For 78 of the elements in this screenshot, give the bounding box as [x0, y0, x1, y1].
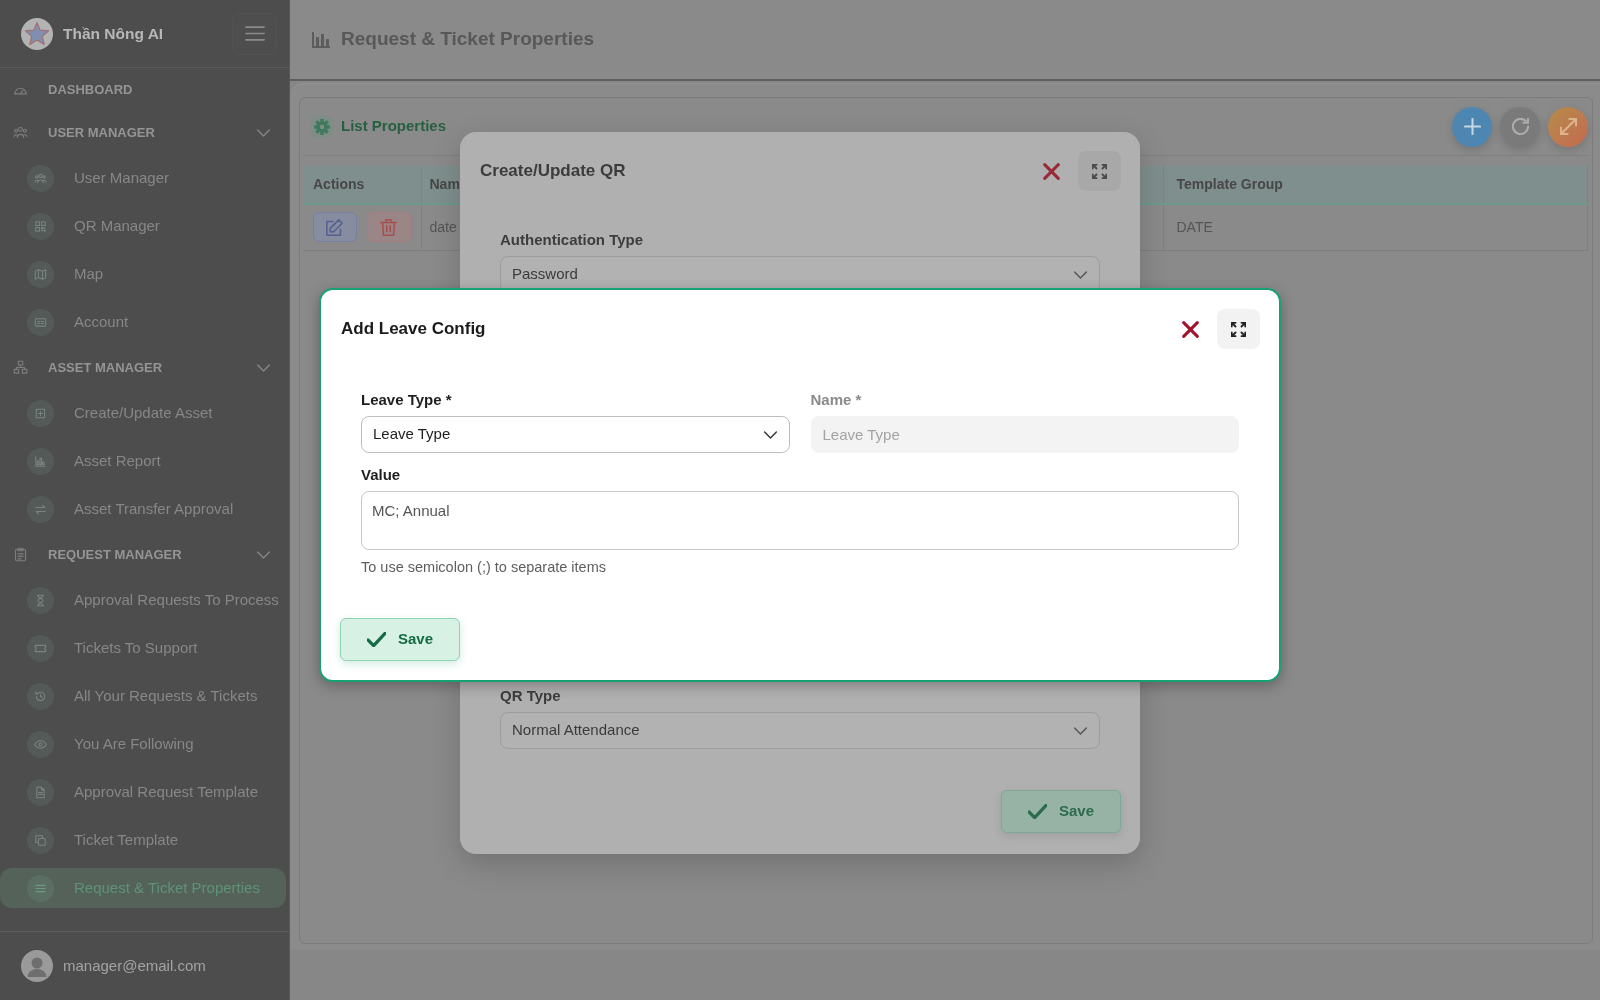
clipboard-icon — [13, 547, 28, 562]
document-icon — [27, 778, 54, 806]
chevron-down-icon — [1074, 726, 1087, 735]
plus-icon — [1463, 118, 1481, 135]
sidebar-section[interactable]: USER MANAGER — [0, 111, 286, 154]
sidebar-item[interactable]: Approval Request Template — [0, 768, 286, 816]
field-label: Authentication Type — [500, 230, 645, 250]
pages-icon — [27, 826, 54, 854]
lines-icon — [27, 874, 54, 902]
column-header: Nam — [429, 176, 460, 192]
close-icon[interactable] — [1043, 162, 1060, 180]
chevron-down-icon — [763, 430, 777, 439]
sidebar-item[interactable]: Create/Update Asset — [0, 389, 286, 437]
chevron-down-icon — [1074, 270, 1087, 279]
gear-icon — [311, 115, 333, 138]
sidebar-item[interactable]: Asset Transfer Approval — [0, 485, 286, 533]
dropdown[interactable]: Leave Type — [361, 416, 790, 453]
trash-icon — [380, 218, 398, 236]
clock-icon — [27, 682, 54, 710]
refresh-button[interactable] — [1500, 106, 1540, 147]
bar-chart-icon — [312, 31, 330, 48]
arrows-icon — [27, 495, 54, 523]
sidebar-item[interactable]: Tickets To Support — [0, 624, 286, 672]
people-icon — [27, 164, 54, 192]
field-label: Value — [361, 465, 402, 485]
delete-button[interactable] — [366, 212, 411, 243]
ticket-icon — [27, 634, 54, 662]
text-area-field[interactable]: MC; Annual — [361, 491, 1239, 550]
diagonal-arrows-icon — [1559, 118, 1577, 135]
user-email: manager@email.com — [63, 955, 206, 976]
check-icon — [1027, 804, 1047, 819]
sidebar-item[interactable]: QR Manager — [0, 202, 286, 250]
check-icon — [366, 632, 386, 647]
column-header: Actions — [313, 176, 365, 192]
map-icon — [27, 260, 54, 288]
save-button[interactable]: Save — [340, 618, 460, 661]
field-label: Name * — [810, 390, 863, 410]
sidebar-section[interactable]: REQUEST MANAGER — [0, 533, 286, 576]
sidebar-item[interactable]: You Are Following — [0, 720, 286, 768]
fullscreen-icon — [1231, 321, 1246, 337]
sidebar-item[interactable]: Ticket Template — [0, 816, 286, 864]
hourglass-icon — [27, 586, 54, 614]
avatar-icon — [21, 950, 53, 982]
qr-code-icon — [27, 212, 54, 240]
resize-button[interactable] — [1548, 106, 1588, 147]
boxes-icon — [13, 360, 28, 375]
field-label: Leave Type * — [361, 390, 453, 410]
brand-name: Thần Nông AI — [63, 23, 164, 44]
pencil-icon — [326, 218, 344, 236]
save-button[interactable]: Save — [1001, 790, 1121, 833]
bar-chart-icon — [27, 447, 54, 475]
menu-icon — [244, 26, 265, 41]
sidebar-item[interactable]: Account — [0, 298, 286, 346]
field-label: QR Type — [500, 686, 562, 706]
sidebar-section[interactable]: ASSET MANAGER — [0, 346, 286, 389]
star-logo-icon — [21, 17, 53, 50]
sidebar-section[interactable]: DASHBOARD — [0, 68, 286, 111]
dialog-title: Create/Update QR — [480, 160, 626, 183]
people-icon — [13, 125, 28, 140]
refresh-icon — [1511, 118, 1529, 135]
close-icon[interactable] — [1182, 320, 1199, 338]
column-header: Template Group — [1176, 176, 1283, 192]
sidebar-item[interactable]: Map — [0, 250, 286, 298]
sidebar-item[interactable]: All Your Requests & Tickets — [0, 672, 286, 720]
sidebar-item[interactable]: Approval Requests To Process — [0, 576, 286, 624]
add-button[interactable] — [1452, 106, 1492, 147]
section-title: List Properties — [341, 116, 447, 137]
id-card-icon — [27, 308, 54, 336]
sidebar-item[interactable]: Asset Report — [0, 437, 286, 485]
help-text: To use semicolon (;) to separate items — [361, 558, 607, 576]
sidebar-item[interactable]: User Manager — [0, 154, 286, 202]
edit-button[interactable] — [313, 212, 357, 243]
fullscreen-icon — [1092, 163, 1107, 179]
eye-icon — [27, 730, 54, 758]
dialog-title: Add Leave Config — [341, 318, 486, 341]
fullscreen-button[interactable] — [1217, 309, 1260, 349]
menu-button[interactable] — [232, 12, 277, 55]
dropdown[interactable]: Normal Attendance — [500, 712, 1100, 749]
